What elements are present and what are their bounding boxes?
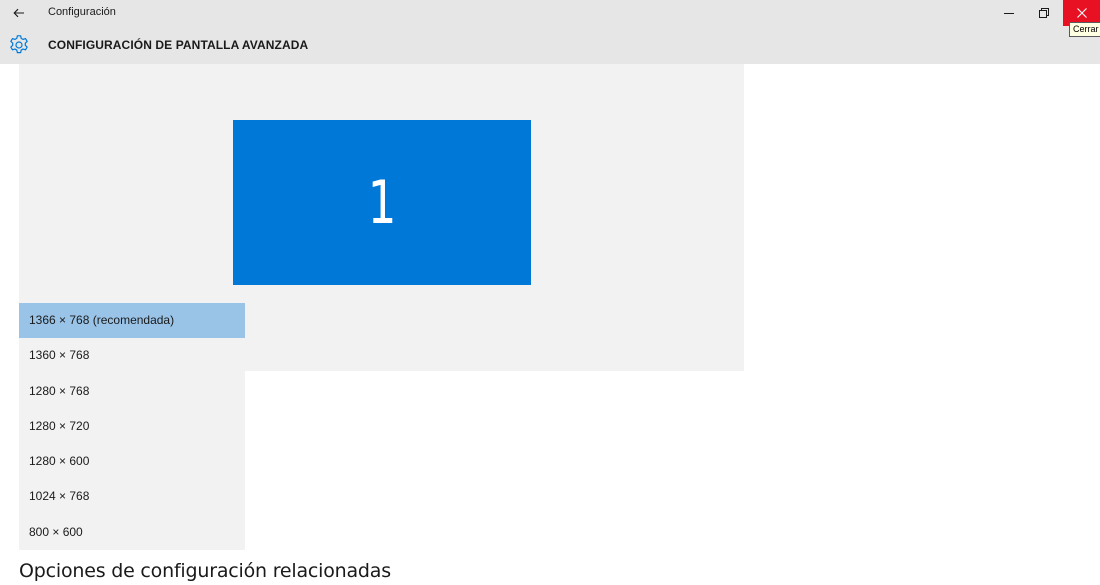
title-bar: Configuración bbox=[0, 0, 1100, 26]
close-tooltip: Cerrar bbox=[1069, 22, 1100, 37]
resolution-option[interactable]: 800 × 600 bbox=[19, 515, 245, 550]
resolution-option[interactable]: 1280 × 600 bbox=[19, 444, 245, 479]
minimize-button[interactable] bbox=[990, 0, 1028, 26]
close-icon bbox=[1076, 8, 1087, 18]
resolution-option[interactable]: 1024 × 768 bbox=[19, 479, 245, 514]
resolution-dropdown-list[interactable]: 1366 × 768 (recomendada) 1360 × 768 1280… bbox=[19, 303, 245, 551]
resolution-option[interactable]: 1366 × 768 (recomendada) bbox=[19, 303, 245, 339]
related-settings-heading: Opciones de configuración relacionadas bbox=[19, 560, 391, 582]
restore-button[interactable] bbox=[1025, 0, 1063, 26]
resolution-option[interactable]: 1280 × 720 bbox=[19, 409, 245, 444]
resolution-option[interactable]: 1280 × 768 bbox=[19, 374, 245, 409]
gear-icon bbox=[10, 35, 28, 54]
monitor-number: 1 bbox=[367, 167, 397, 238]
page-title: CONFIGURACIÓN DE PANTALLA AVANZADA bbox=[48, 38, 309, 52]
resolution-option[interactable]: 1360 × 768 bbox=[19, 338, 245, 373]
monitor-1[interactable]: 1 bbox=[233, 120, 531, 285]
page-header: CONFIGURACIÓN DE PANTALLA AVANZADA bbox=[0, 26, 1100, 64]
app-title: Configuración bbox=[48, 6, 116, 18]
restore-icon bbox=[1039, 8, 1049, 18]
minimize-icon bbox=[1004, 13, 1014, 14]
back-button[interactable] bbox=[6, 3, 32, 23]
back-arrow-icon bbox=[13, 8, 24, 18]
